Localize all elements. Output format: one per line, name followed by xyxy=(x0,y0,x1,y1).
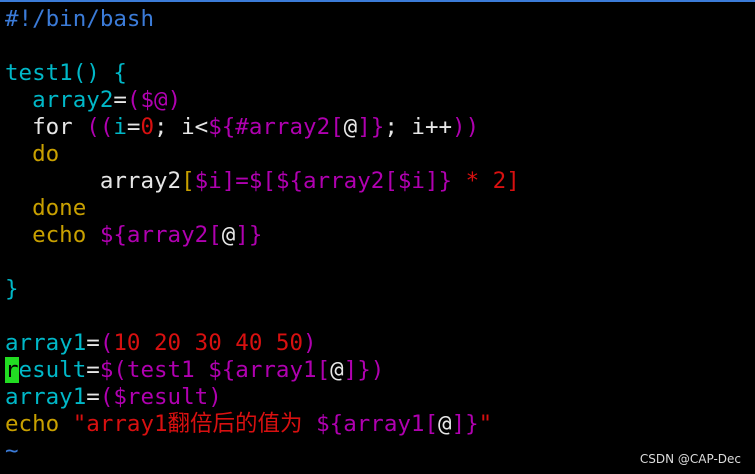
code-token: ]} xyxy=(343,357,371,383)
code-token: ${array2[ xyxy=(99,222,222,248)
csdn-watermark: CSDN @CAP-Dec xyxy=(639,452,741,466)
code-token: array1 xyxy=(5,330,87,356)
code-token: } xyxy=(5,276,19,302)
code-line: array2[$i]=$[${array2[$i]} * 2] xyxy=(5,168,750,195)
code-token: = xyxy=(86,384,100,410)
code-line: #!/bin/bash xyxy=(5,6,750,33)
code-token: ; i++ xyxy=(384,114,453,140)
code-line: for ((i=0; i<${#array2[@]}; i++)) xyxy=(5,114,750,141)
code-token: do xyxy=(32,141,60,167)
text-cursor: r xyxy=(5,357,19,383)
code-token: ]} xyxy=(424,168,453,194)
code-token: for xyxy=(32,114,87,140)
code-token: ) xyxy=(370,357,385,383)
code-line: done xyxy=(5,195,750,222)
code-token: array1 xyxy=(5,384,87,410)
code-line: test1() { xyxy=(5,60,750,87)
code-line: do xyxy=(5,141,750,168)
code-line: array1=(10 20 30 40 50) xyxy=(5,330,750,357)
code-token: $result xyxy=(113,384,209,410)
code-token: i xyxy=(113,114,127,140)
code-line: array1=($result) xyxy=(5,384,750,411)
code-token: ]} xyxy=(451,411,479,437)
code-token: test1 xyxy=(126,357,209,383)
code-token: ~ xyxy=(5,438,19,464)
code-token: ]} xyxy=(235,222,263,248)
code-token: ; i< xyxy=(154,114,209,140)
code-token: * 2] xyxy=(452,168,520,194)
code-line: ~ xyxy=(5,438,750,465)
code-token: ${array2[ xyxy=(275,168,398,194)
code-token: ( xyxy=(126,87,141,113)
code-token: echo xyxy=(32,222,100,248)
code-token: 0 xyxy=(140,114,155,140)
code-line: } xyxy=(5,276,750,303)
window-top-border xyxy=(0,0,755,2)
code-token: @ xyxy=(343,114,358,140)
code-token: $@ xyxy=(140,87,168,113)
code-token: ]= xyxy=(221,168,249,194)
code-token: @ xyxy=(438,411,452,437)
code-token: ) xyxy=(303,330,317,356)
code-token: ${array1[ xyxy=(316,411,439,437)
code-token: ) xyxy=(167,87,182,113)
code-token: "array1翻倍后的值为 xyxy=(72,411,317,437)
code-token: = xyxy=(113,87,127,113)
code-token: test1 xyxy=(5,60,73,86)
code-token: $i xyxy=(397,168,425,194)
code-token: $i xyxy=(194,168,222,194)
code-line: result=$(test1 ${array1[@]}) xyxy=(5,357,750,384)
code-line: echo ${array2[@]} xyxy=(5,222,750,249)
code-token: ) xyxy=(208,384,222,410)
code-token: ${#array2[ xyxy=(208,114,344,140)
code-token: () { xyxy=(72,60,127,86)
code-token: = xyxy=(126,114,141,140)
code-line: array2=($@) xyxy=(5,87,750,114)
code-token: )) xyxy=(452,114,480,140)
code-token: array2 xyxy=(32,87,114,113)
code-token: done xyxy=(32,195,87,221)
code-token: = xyxy=(86,357,100,383)
code-token: = xyxy=(86,330,100,356)
code-token: ( xyxy=(99,384,114,410)
code-token: #!/bin/bash xyxy=(5,6,155,32)
code-token: @ xyxy=(330,357,344,383)
code-token: (( xyxy=(86,114,114,140)
code-token: echo xyxy=(5,411,73,437)
code-token: 10 20 30 40 50 xyxy=(113,330,304,356)
code-token: esult xyxy=(18,357,87,383)
code-token: @ xyxy=(221,222,236,248)
code-token: " xyxy=(478,411,493,437)
code-token: ]} xyxy=(357,114,385,140)
vim-editor-buffer[interactable]: #!/bin/bash test1() { array2=($@) for ((… xyxy=(5,6,750,465)
code-token: $[ xyxy=(248,168,276,194)
code-token: [ xyxy=(181,168,195,194)
code-token: array2 xyxy=(99,168,182,194)
code-token: ${array1[ xyxy=(208,357,331,383)
code-token: $( xyxy=(99,357,127,383)
code-token: ( xyxy=(99,330,114,356)
code-line: echo "array1翻倍后的值为 ${array1[@]}" xyxy=(5,411,750,438)
